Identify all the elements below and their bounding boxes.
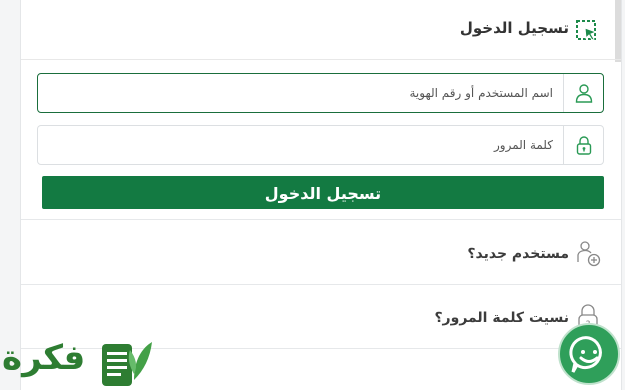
lock-icon xyxy=(576,136,591,155)
password-field[interactable]: كلمة المرور xyxy=(37,125,604,165)
page-title: تسجيل الدخول xyxy=(459,19,569,37)
divider xyxy=(21,219,621,220)
username-placeholder: اسم المستخدم أو رقم الهوية xyxy=(409,86,553,100)
password-icon-box xyxy=(563,126,603,164)
site-logo: فكرة xyxy=(0,328,160,390)
add-user-icon xyxy=(577,241,601,267)
chat-button[interactable] xyxy=(558,323,620,385)
user-icon xyxy=(575,84,592,103)
login-button[interactable]: تسجيل الدخول xyxy=(42,176,604,209)
new-user-link[interactable]: مستخدم جديد؟ xyxy=(21,222,621,286)
username-field[interactable]: اسم المستخدم أو رقم الهوية xyxy=(37,73,604,113)
logo-text: فكرة xyxy=(2,338,86,378)
chat-smile-icon xyxy=(569,336,602,373)
document-leaf-icon xyxy=(102,342,152,386)
new-user-label: مستخدم جديد؟ xyxy=(467,246,569,262)
divider xyxy=(21,284,621,285)
password-placeholder: كلمة المرور xyxy=(493,138,553,152)
cursor-select-icon xyxy=(576,20,598,41)
forgot-password-label: نسيت كلمة المرور؟ xyxy=(434,310,569,326)
username-icon-box xyxy=(563,74,603,112)
login-header: تسجيل الدخول xyxy=(21,0,621,60)
